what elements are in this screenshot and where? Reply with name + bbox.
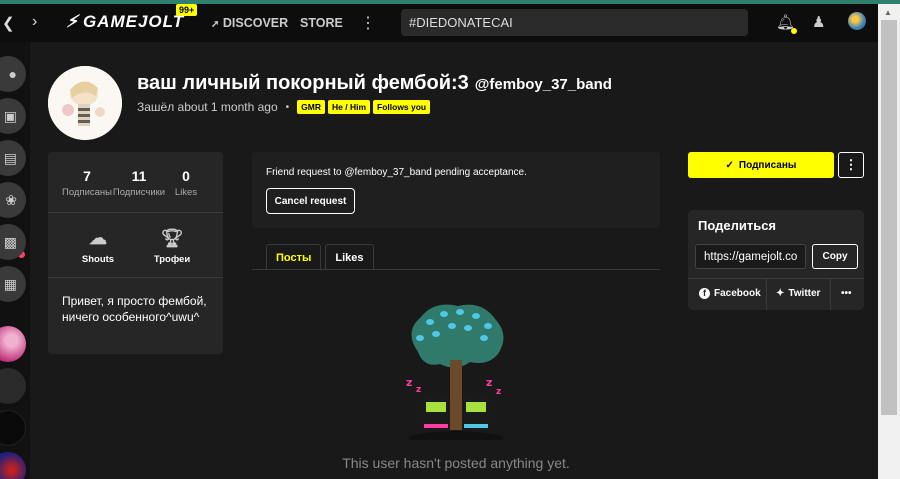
profile-tabs: Посты Likes [266, 244, 378, 270]
compass-icon: ➚ [211, 19, 220, 30]
share-more-button[interactable]: ••• [841, 288, 852, 299]
trophies-label: Трофеи [153, 254, 191, 265]
last-seen-text: Зашёл about 1 month ago [137, 100, 278, 114]
tabs-underline [252, 269, 660, 270]
sidebar-item-account[interactable]: ● [0, 56, 26, 92]
friend-request-card: Friend request to @femboy_37_band pendin… [252, 152, 660, 228]
sidebar-community-2[interactable] [0, 368, 26, 404]
friends-icon[interactable]: ♟ [812, 13, 825, 31]
svg-text:z: z [416, 385, 421, 395]
following-button-label: Подписаны [738, 159, 797, 171]
scroll-up-arrow-icon[interactable]: ▲ [884, 8, 892, 17]
profile-avatar[interactable] [48, 66, 122, 140]
sidebar-item-store[interactable]: ▣ [0, 98, 26, 134]
followers-count: 11 [131, 168, 147, 184]
store-icon: ▣ [3, 107, 17, 124]
trophy-icon: 🏆︎ [160, 228, 184, 248]
facebook-icon: f [699, 288, 710, 299]
profile-more-button[interactable]: ⋮ [838, 152, 864, 178]
share-card: Поделиться Copy f Facebook ✦ Twitter ••• [688, 210, 864, 310]
forward-chevron-icon[interactable]: › [32, 13, 37, 31]
gamejolt-logo[interactable]: ⚡︎ GAMEJOLT [66, 12, 184, 32]
tag-gmr: GMR [297, 100, 325, 114]
profile-display-name: ваш личный покорный фембой:3 @femboy_37_b… [137, 72, 612, 95]
bio-divider [48, 277, 223, 278]
avatar-drawing [48, 66, 122, 140]
sidebar-community-4[interactable] [0, 452, 26, 479]
profile-status-line: Зашёл about 1 month ago • GMR He / Him F… [137, 100, 433, 114]
likes-count: 0 [182, 168, 190, 184]
profile-username: @femboy_37_band [474, 76, 612, 93]
chat-icon: ▩ [3, 233, 17, 250]
empty-posts-message: This user hasn't posted anything yet. [342, 455, 570, 471]
shouts-button[interactable]: ☁ Shouts [76, 228, 120, 265]
share-separator-1 [766, 278, 767, 310]
sleeping-tree-illustration: z z z z [406, 304, 504, 440]
twitter-icon: ✦ [776, 288, 785, 299]
stats-divider [48, 212, 223, 213]
stat-following[interactable]: 7 Подписаны [62, 168, 112, 198]
trophies-button[interactable]: 🏆︎ Трофеи [150, 228, 194, 265]
svg-text:z: z [486, 376, 492, 389]
cancel-request-button[interactable]: Cancel request [266, 188, 355, 214]
lightning-icon: ⚡︎ [66, 12, 79, 31]
display-name-text: ваш личный покорный фембой:3 [137, 72, 469, 94]
gift-icon: ▤ [3, 149, 17, 166]
top-navigation-bar: ❮ › ⚡︎ GAMEJOLT 99+ ➚ DISCOVER STORE ⋮ #… [0, 4, 878, 42]
library-icon: ▦ [3, 275, 17, 292]
facebook-share-button[interactable]: f Facebook [699, 288, 761, 299]
notification-dot [791, 28, 797, 34]
sidebar-item-gifts[interactable]: ▤ [0, 140, 26, 176]
share-divider [688, 278, 864, 279]
user-icon: ● [8, 66, 17, 82]
stat-followers[interactable]: 11 Подписчики [111, 168, 167, 198]
checkmark-icon: ✓ [725, 159, 734, 171]
speech-bubble-icon: ☁ [89, 228, 107, 248]
facebook-label: Facebook [714, 288, 761, 299]
satellite-icon: ❀ [5, 191, 17, 208]
svg-text:z: z [406, 376, 412, 389]
profile-stats-card: 7 Подписаны 11 Подписчики 0 Likes ☁ Shou… [48, 152, 223, 354]
scrollbar-thumb[interactable] [881, 20, 897, 415]
following-label: Подписаны [62, 187, 113, 198]
sidebar-item-broadcast[interactable]: ❀ [0, 182, 26, 218]
notification-count-badge: 99+ [176, 4, 198, 16]
share-separator-2 [830, 278, 831, 310]
tab-posts[interactable]: Посты [266, 244, 322, 270]
sidebar-community-1[interactable] [0, 326, 26, 362]
discover-link[interactable]: ➚ DISCOVER [211, 16, 288, 30]
stat-likes[interactable]: 0 Likes [171, 168, 201, 198]
logo-text: GAMEJOLT [82, 12, 185, 31]
shouts-label: Shouts [81, 254, 115, 265]
sidebar-item-library[interactable]: ▦ [0, 266, 26, 302]
copy-button[interactable]: Copy [812, 244, 858, 269]
user-avatar[interactable] [848, 12, 866, 30]
tag-follows-you: Follows you [373, 100, 431, 114]
more-menu-icon[interactable]: ⋮ [360, 13, 376, 33]
tag-pronouns: He / Him [328, 100, 371, 114]
store-link[interactable]: STORE [300, 16, 343, 30]
share-title: Поделиться [698, 218, 777, 233]
tab-likes[interactable]: Likes [325, 244, 374, 270]
friend-request-text: Friend request to @femboy_37_band pendin… [266, 167, 527, 178]
twitter-share-button[interactable]: ✦ Twitter [776, 288, 820, 299]
share-url-input[interactable] [695, 244, 806, 269]
separator-dot: • [285, 101, 290, 113]
search-input[interactable]: #DIEDONATECAI [401, 9, 748, 36]
following-count: 7 [83, 168, 91, 184]
svg-text:z: z [496, 387, 501, 397]
profile-bio: Привет, я просто фембой, ничего особенно… [62, 294, 207, 324]
twitter-label: Twitter [788, 288, 821, 299]
left-sidebar: ● ▣ ▤ ❀ ▩ ▦ [0, 42, 30, 479]
sidebar-community-3[interactable] [0, 410, 26, 446]
back-chevron-icon[interactable]: ❮ [2, 14, 15, 32]
followers-label: Подписчики [112, 187, 166, 198]
likes-label: Likes [174, 187, 198, 198]
following-button[interactable]: ✓ Подписаны [688, 152, 834, 178]
discover-label: DISCOVER [222, 16, 289, 30]
